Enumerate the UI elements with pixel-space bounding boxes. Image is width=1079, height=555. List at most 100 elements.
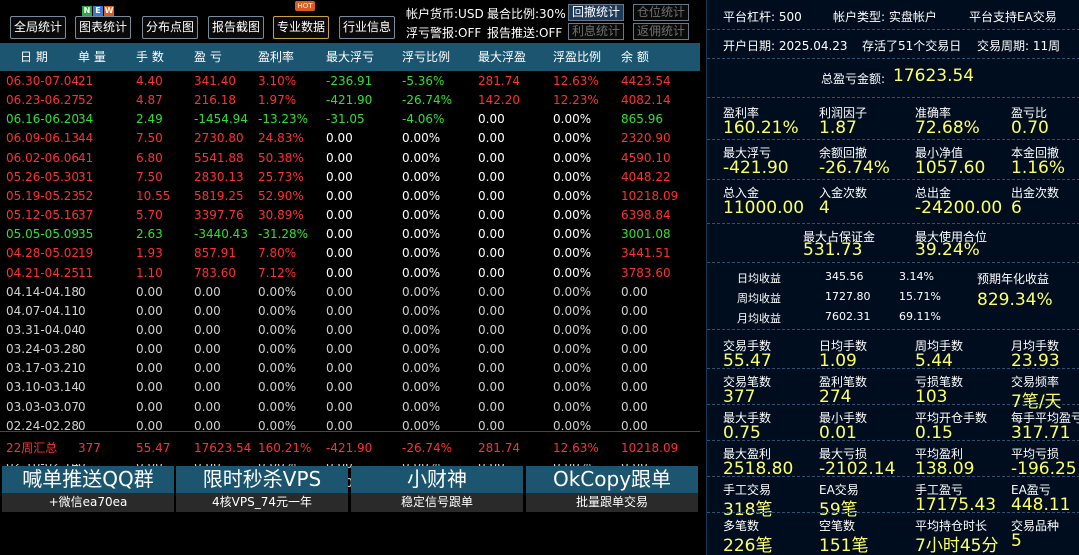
column-header-float-profit-ratio: 浮盈比例 (553, 50, 602, 64)
cell-pnl: 2730.80 (194, 131, 244, 146)
table-row[interactable]: 06.09-06.13 44 7.50 2730.80 24.83% 0.00 0.00% 0… (0, 129, 700, 148)
cell-lots: 1.10 (136, 265, 163, 280)
drawdown-stats-button[interactable]: 回撤统计 (568, 4, 624, 21)
report-screenshot-button[interactable]: 报告截图 (208, 16, 264, 39)
cell-profit-rate: 24.83% (258, 131, 304, 146)
position-stats-button[interactable]: 仓位统计 (633, 4, 689, 21)
cell-date: 06.23-06.27 (6, 93, 80, 108)
cell-balance: 0.00 (621, 380, 648, 395)
stat-value: 7小时45分 (915, 536, 999, 555)
promo-subtitle: 批量跟单交易 (526, 493, 698, 512)
table-row[interactable]: 04.21-04.25 11 1.10 783.60 7.12% 0.00 0.00% 0.0… (0, 264, 700, 283)
report-panel: N E W HOT 全局统计 图表统计 分布点图 报告截图 专业数据 行业信息 … (0, 0, 700, 555)
promo-title[interactable]: 喊单推送QQ群 (2, 466, 174, 493)
cell-max-float-loss: -421.90 (326, 93, 373, 108)
cell-pnl: -3440.43 (194, 227, 248, 242)
cell-pnl: 0.00 (194, 303, 221, 318)
table-row[interactable]: 03.24-03.28 0 0.00 0.00 0.00% 0.00 0.00% 0.00 0.… (0, 340, 700, 359)
cell-float-profit-ratio: 0.00% (553, 131, 592, 146)
table-row[interactable]: 03.10-03.14 0 0.00 0.00 0.00% 0.00 0.00% 0.00 0.… (0, 378, 700, 397)
annual-return-value: 829.34% (977, 290, 1053, 310)
cell-max-float-loss: 0.00 (326, 380, 353, 395)
pro-data-button[interactable]: 专业数据 (273, 16, 329, 39)
column-header-order-count: 单 量 (78, 50, 106, 64)
stat-value: 11000.00 (723, 198, 805, 218)
table-row[interactable]: 06.02-06.06 41 6.80 5541.88 50.38% 0.00 0.00% 0… (0, 149, 700, 168)
rebate-stats-button[interactable]: 返佣统计 (633, 23, 689, 40)
cell-float-profit-ratio: 0.00% (553, 150, 592, 165)
cell-order-count: 19 (78, 246, 94, 261)
cell-profit-rate: 30.89% (258, 208, 304, 223)
cell-lots: 1.93 (136, 246, 163, 261)
cell-float-loss-ratio: 0.00% (402, 380, 441, 395)
divider (707, 179, 1079, 180)
cell-max-float-loss: 0.00 (326, 342, 353, 357)
cell-order-count: 0 (78, 322, 86, 337)
cell-date: 03.31-04.04 (6, 322, 80, 337)
table-row[interactable]: 03.17-03.21 0 0.00 0.00 0.00% 0.00 0.00% 0.00 0.… (0, 359, 700, 378)
promo-title[interactable]: OkCopy跟单 (526, 466, 698, 493)
summary-date: 22周汇总 (6, 441, 58, 455)
cell-order-count: 41 (78, 150, 94, 165)
column-header-max-float-profit: 最大浮盈 (478, 50, 527, 64)
cell-pnl: 0.00 (194, 284, 221, 299)
return-pct: 69.11% (899, 310, 941, 323)
table-row[interactable]: 03.03-03.07 0 0.00 0.00 0.00% 0.00 0.00% 0.00 0.… (0, 398, 700, 417)
cell-balance: 0.00 (621, 399, 648, 414)
table-row[interactable]: 05.26-05.30 31 7.50 2830.13 25.73% 0.00 0.00% 0… (0, 168, 700, 187)
cell-order-count: 0 (78, 361, 86, 376)
table-row[interactable]: 05.12-05.16 37 5.70 3397.76 30.89% 0.00 0.00% 0… (0, 206, 700, 225)
cell-max-float-profit: 0.00 (478, 112, 505, 127)
cell-max-float-loss: 0.00 (326, 361, 353, 376)
divider (707, 58, 1079, 59)
cell-float-loss-ratio: 0.00% (402, 342, 441, 357)
divider (707, 139, 1079, 140)
interest-stats-button[interactable]: 利息统计 (568, 23, 624, 40)
cell-max-float-profit: 281.74 (478, 74, 520, 88)
table-row[interactable]: 05.05-05.09 35 2.63 -3440.43 -31.28% 0.00 0.00… (0, 225, 700, 244)
table-row[interactable]: 06.30-07.04 21 4.40 341.40 3.10% -236.91 -5.36… (0, 72, 700, 91)
cell-date: 03.17-03.21 (6, 361, 80, 376)
new-badge-letter: N (82, 6, 92, 16)
table-row[interactable]: 05.19-05.23 52 10.55 5819.25 52.90% 0.00 0.00%… (0, 187, 700, 206)
cell-date: 04.07-04.11 (6, 303, 80, 318)
cell-pnl: 3397.76 (194, 208, 244, 223)
cell-balance: 4082.14 (621, 93, 671, 108)
cell-balance: 0.00 (621, 284, 648, 299)
global-stats-button[interactable]: 全局统计 (10, 16, 66, 39)
promo-vps[interactable]: 限时秒杀VPS 4核VPS_74元一年 (176, 466, 348, 512)
summary-max-float-loss: -421.90 (326, 441, 373, 455)
cell-order-count: 21 (78, 74, 94, 88)
cell-max-float-loss: -31.05 (326, 112, 365, 127)
cell-balance: 3783.60 (621, 265, 671, 280)
promo-xiaocaishen[interactable]: 小财神 稳定信号跟单 (351, 466, 523, 512)
ea-support: 平台支持EA交易 (969, 10, 1057, 24)
table-row[interactable]: 04.14-04.18 0 0.00 0.00 0.00% 0.00 0.00% 0.00 0.… (0, 283, 700, 302)
table-row[interactable]: 04.28-05.02 19 1.93 857.91 7.80% 0.00 0.00% 0.0… (0, 244, 700, 263)
promo-okcopy[interactable]: OkCopy跟单 批量跟单交易 (526, 466, 698, 512)
cell-profit-rate: 3.10% (258, 74, 297, 88)
promo-title[interactable]: 限时秒杀VPS (176, 466, 348, 493)
stat-value: 72.68% (915, 118, 980, 138)
column-header-max-float-loss: 最大浮亏 (326, 50, 375, 64)
cell-balance: 0.00 (621, 322, 648, 337)
scatter-plot-button[interactable]: 分布点图 (142, 16, 198, 39)
platform-leverage: 平台杠杆: 500 (723, 10, 802, 24)
table-row[interactable]: 06.23-06.27 52 4.87 216.18 1.97% -421.90 -26.7… (0, 91, 700, 110)
return-pct: 15.71% (899, 290, 941, 303)
table-row[interactable]: 04.07-04.11 0 0.00 0.00 0.00% 0.00 0.00% 0.00 0.… (0, 302, 700, 321)
cell-pnl: 5541.88 (194, 150, 244, 165)
cell-date: 06.09-06.13 (6, 131, 80, 146)
table-row[interactable]: 06.16-06.20 34 2.49 -1454.94 -13.23% -31.05 -4… (0, 110, 700, 129)
cell-max-float-profit: 0.00 (478, 265, 505, 280)
cell-date: 06.30-07.04 (6, 74, 80, 88)
promo-title[interactable]: 小财神 (351, 466, 523, 493)
table-header: 日 期 单 量 手 数 盈 亏 盈利率 最大浮亏 浮亏比例 最大浮盈 浮盈比例 余 额 (0, 43, 700, 71)
chart-stats-button[interactable]: 图表统计 (75, 16, 131, 39)
cell-profit-rate: 0.00% (258, 342, 297, 357)
cell-float-profit-ratio: 0.00% (553, 208, 592, 223)
table-row[interactable]: 03.31-04.04 0 0.00 0.00 0.00% 0.00 0.00% 0.00 0.… (0, 321, 700, 340)
promo-qq-group[interactable]: 喊单推送QQ群 +微信ea70ea (2, 466, 174, 512)
cell-float-loss-ratio: 0.00% (402, 227, 441, 242)
industry-info-button[interactable]: 行业信息 (339, 16, 395, 39)
